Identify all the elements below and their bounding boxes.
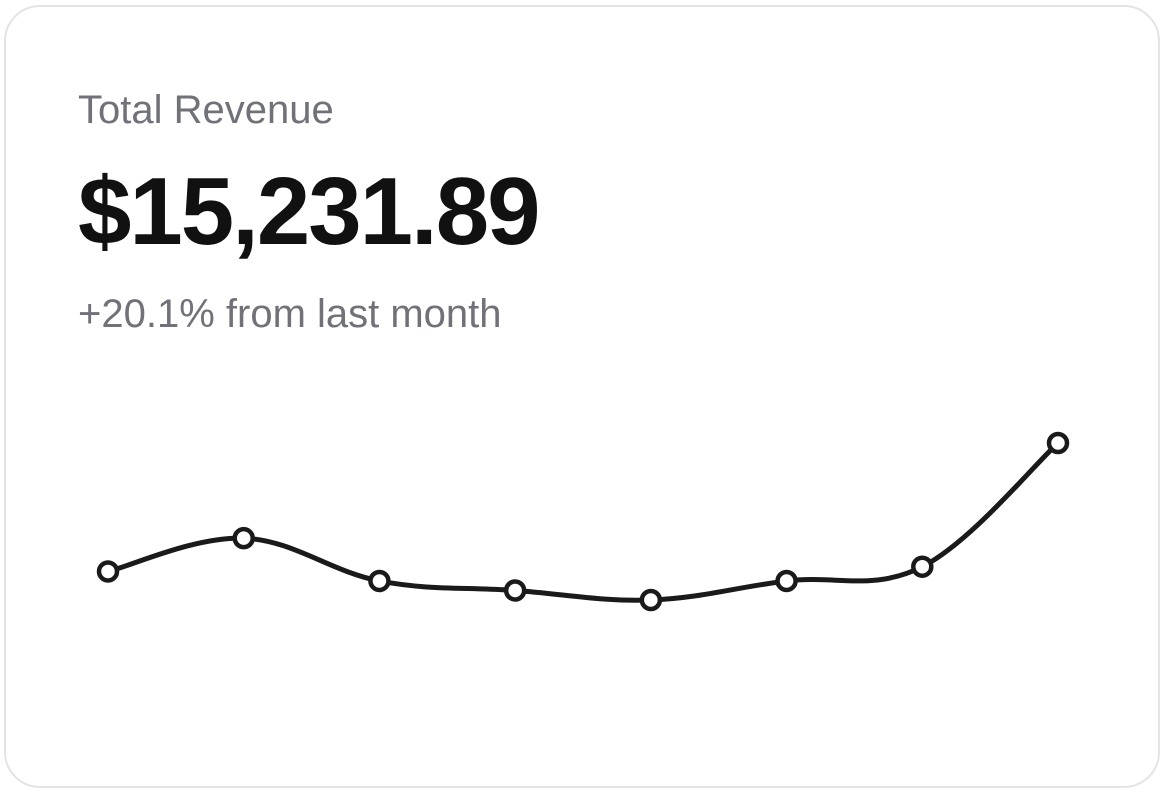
- sparkline-point-5: [639, 588, 663, 612]
- sparkline-point-7: [911, 555, 934, 578]
- sparkline-series-line: [105, 440, 1061, 603]
- sparkline-layer: [96, 431, 1070, 612]
- revenue-sparkline: [96, 431, 1070, 612]
- sparkline-point-2: [232, 526, 255, 550]
- sparkline-point-8: [1046, 431, 1070, 455]
- sparkline-point-4: [503, 579, 527, 602]
- sparkline-point-6: [775, 569, 798, 593]
- sparkline-point-3: [368, 569, 391, 593]
- sparkline-point-1: [96, 560, 120, 583]
